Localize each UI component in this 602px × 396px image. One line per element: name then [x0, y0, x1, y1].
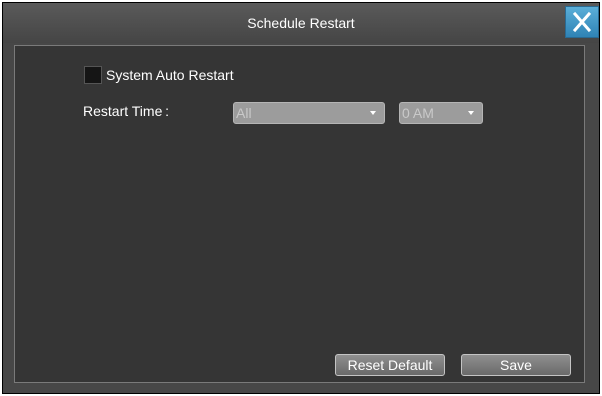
chevron-down-icon — [370, 111, 376, 115]
close-button[interactable] — [565, 6, 599, 38]
restart-day-value: All — [236, 105, 252, 121]
settings-panel: System Auto Restart Restart Time : All 0… — [14, 45, 585, 383]
restart-hour-value: 0 AM — [402, 105, 434, 121]
auto-restart-checkbox[interactable] — [84, 66, 102, 84]
save-button[interactable]: Save — [461, 354, 571, 376]
close-icon — [572, 11, 592, 33]
schedule-restart-dialog: Schedule Restart System Auto Restart Res… — [2, 2, 600, 394]
dialog-title: Schedule Restart — [247, 15, 355, 31]
restart-hour-select[interactable]: 0 AM — [399, 102, 483, 124]
chevron-down-icon — [468, 111, 474, 115]
restart-time-label: Restart Time : — [83, 103, 170, 119]
restart-day-select[interactable]: All — [233, 102, 385, 124]
title-bar: Schedule Restart — [3, 3, 599, 43]
reset-default-button[interactable]: Reset Default — [335, 354, 445, 376]
auto-restart-label: System Auto Restart — [106, 67, 234, 83]
